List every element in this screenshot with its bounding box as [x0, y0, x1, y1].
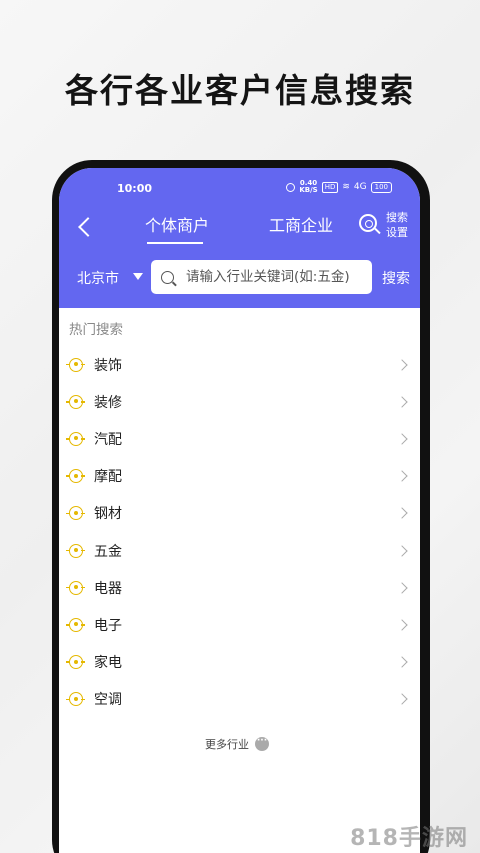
- list-item-label: 汽配: [94, 431, 122, 448]
- active-tab-underline: [147, 242, 203, 244]
- target-icon: [66, 580, 85, 595]
- list-item[interactable]: 家电: [59, 644, 420, 681]
- promo-title: 各行各业客户信息搜索: [65, 71, 415, 110]
- list-item-label: 电子: [94, 617, 122, 634]
- list-item[interactable]: 电器: [59, 569, 420, 606]
- list-item-label: 钢材: [94, 506, 122, 523]
- list-item[interactable]: 摩配: [59, 458, 420, 495]
- target-icon: [66, 655, 85, 670]
- chevron-right-icon: [396, 656, 408, 668]
- chevron-right-icon: [396, 433, 408, 445]
- search-settings-label[interactable]: 搜索 设置: [386, 210, 414, 240]
- chevron-right-icon: [396, 507, 408, 520]
- search-box[interactable]: [151, 260, 372, 294]
- chevron-right-icon: [396, 544, 408, 557]
- network-speed: 0.40 KB/S: [299, 179, 318, 194]
- more-dots-icon: ···: [255, 737, 269, 751]
- list-item-label: 装修: [94, 394, 122, 411]
- list-item[interactable]: 钢材: [59, 495, 420, 532]
- tab-business-enterprise[interactable]: 工商企业: [269, 212, 333, 236]
- watermark: 818手游网: [350, 826, 468, 851]
- signal-icon: 4G: [353, 182, 367, 192]
- back-arrow-icon[interactable]: [78, 217, 98, 237]
- target-icon: [66, 506, 85, 521]
- list-item[interactable]: 电子: [59, 606, 420, 643]
- target-icon: [66, 543, 85, 558]
- target-icon: [66, 692, 85, 707]
- app-screen: 10:00 0.40 KB/S HD ≋ 4G 100 个体商户 工商企业 搜索…: [59, 168, 420, 853]
- hd-badge: HD: [321, 181, 339, 193]
- target-icon: [66, 357, 85, 372]
- list-item[interactable]: 装修: [59, 383, 420, 420]
- battery-icon: 100: [370, 181, 392, 193]
- target-icon: [66, 617, 85, 632]
- status-icons: 0.40 KB/S HD ≋ 4G 100: [286, 180, 392, 194]
- alarm-icon: [286, 182, 296, 192]
- tab-individual-business[interactable]: 个体商户: [145, 212, 209, 236]
- target-icon: [66, 431, 85, 446]
- list-item[interactable]: 汽配: [59, 420, 420, 457]
- list-item-label: 装饰: [94, 357, 122, 374]
- more-industries-label: 更多行业: [205, 738, 249, 751]
- wifi-icon: ≋: [342, 182, 350, 192]
- target-icon: [66, 394, 85, 409]
- city-selector[interactable]: 北京市: [77, 268, 119, 288]
- list-item[interactable]: 五金: [59, 532, 420, 569]
- dropdown-arrow-icon[interactable]: [133, 273, 143, 280]
- chevron-right-icon: [396, 619, 408, 631]
- search-settings-icon[interactable]: [359, 214, 377, 232]
- chevron-right-icon: [396, 396, 408, 408]
- search-icon: [161, 270, 174, 284]
- list-item[interactable]: 装饰: [59, 346, 420, 383]
- hot-search-list: 装饰 装修 汽配 摩配 钢材 五金 电器 电子 家电 空调: [59, 346, 420, 718]
- list-item-label: 摩配: [94, 469, 122, 486]
- list-item-label: 五金: [94, 543, 122, 560]
- chevron-right-icon: [396, 470, 408, 482]
- status-time: 10:00: [117, 182, 153, 195]
- target-icon: [66, 469, 85, 484]
- list-item[interactable]: 空调: [59, 681, 420, 718]
- app-header: 10:00 0.40 KB/S HD ≋ 4G 100 个体商户 工商企业 搜索…: [59, 168, 420, 308]
- hot-search-title: 热门搜索: [69, 322, 123, 338]
- chevron-right-icon: [396, 582, 408, 594]
- search-input[interactable]: [186, 269, 366, 285]
- more-industries-button[interactable]: 更多行业 ···: [205, 736, 269, 752]
- list-item-label: 空调: [94, 692, 122, 709]
- list-item-label: 家电: [94, 655, 122, 672]
- chevron-right-icon: [396, 693, 408, 705]
- chevron-right-icon: [396, 358, 408, 371]
- list-item-label: 电器: [94, 580, 122, 597]
- search-button[interactable]: 搜索: [382, 268, 410, 288]
